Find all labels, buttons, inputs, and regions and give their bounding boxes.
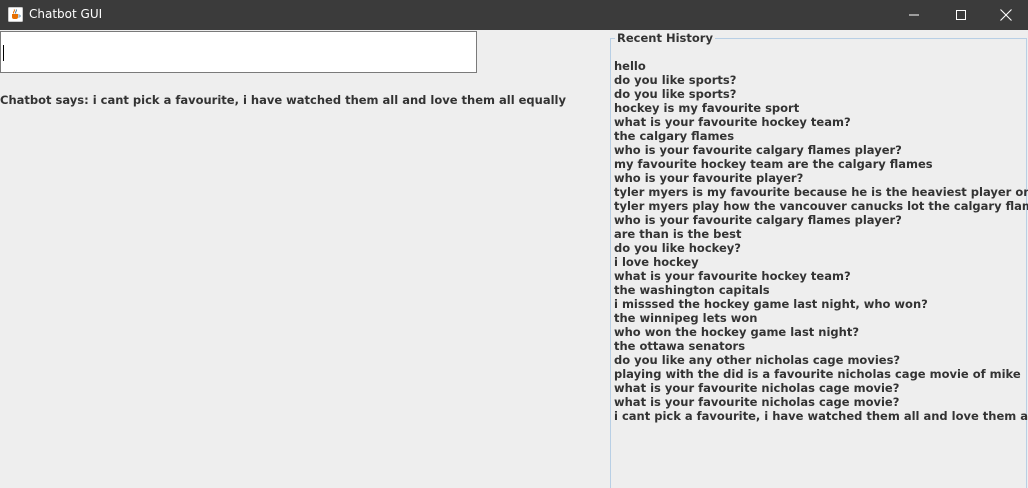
history-item: i love hockey [614,255,699,269]
history-item: playing with the did is a favourite nich… [614,367,1021,381]
history-item: what is your favourite hockey team? [614,115,851,129]
history-item: do you like hockey? [614,241,741,255]
history-item: who is your favourite player? [614,171,804,185]
history-item: the calgary flames [614,129,735,143]
history-item: what is your favourite hockey team? [614,269,851,283]
chatbot-window: Chatbot GUI Chatbot says: i cant pick a … [0,0,1028,488]
history-item: hello [614,59,646,73]
maximize-button[interactable] [938,0,984,30]
java-cup-icon [8,7,23,22]
chat-input[interactable] [0,31,477,73]
history-item: who won the hockey game last night? [614,325,860,339]
history-item: do you like any other nicholas cage movi… [614,353,901,367]
text-caret [3,45,4,61]
close-button[interactable] [983,0,1028,30]
history-item: the winnipeg lets won [614,311,758,325]
minimize-icon [909,10,919,20]
history-item: my favourite hockey team are the calgary… [614,157,933,171]
history-item: do you like sports? [614,87,737,101]
close-icon [1000,9,1012,21]
maximize-icon [956,10,966,20]
window-title: Chatbot GUI [29,7,103,21]
history-item: the washington capitals [614,283,770,297]
history-item: i cant pick a favourite, i have watched … [614,409,1028,423]
title-bar[interactable]: Chatbot GUI [0,0,1028,30]
history-title: Recent History [615,31,715,45]
recent-history-panel: Recent History hello do you like sports?… [610,31,1028,488]
history-item: tyler myers play how the vancouver canuc… [614,199,1028,213]
history-item: are than is the best [614,227,742,241]
minimize-button[interactable] [891,0,937,30]
chatbot-response: Chatbot says: i cant pick a favourite, i… [0,93,566,107]
history-item: i misssed the hockey game last night, wh… [614,297,928,311]
history-item: what is your favourite nicholas cage mov… [614,395,900,409]
history-item: who is your favourite calgary flames pla… [614,213,902,227]
history-item: the ottawa senators [614,339,746,353]
history-item: who is your favourite calgary flames pla… [614,143,902,157]
history-item: do you like sports? [614,73,737,87]
history-item: tyler myers is my favourite because he i… [614,185,1028,199]
history-item: hockey is my favourite sport [614,101,800,115]
history-list: hello do you like sports? do you like sp… [614,59,1028,423]
history-item: what is your favourite nicholas cage mov… [614,381,900,395]
